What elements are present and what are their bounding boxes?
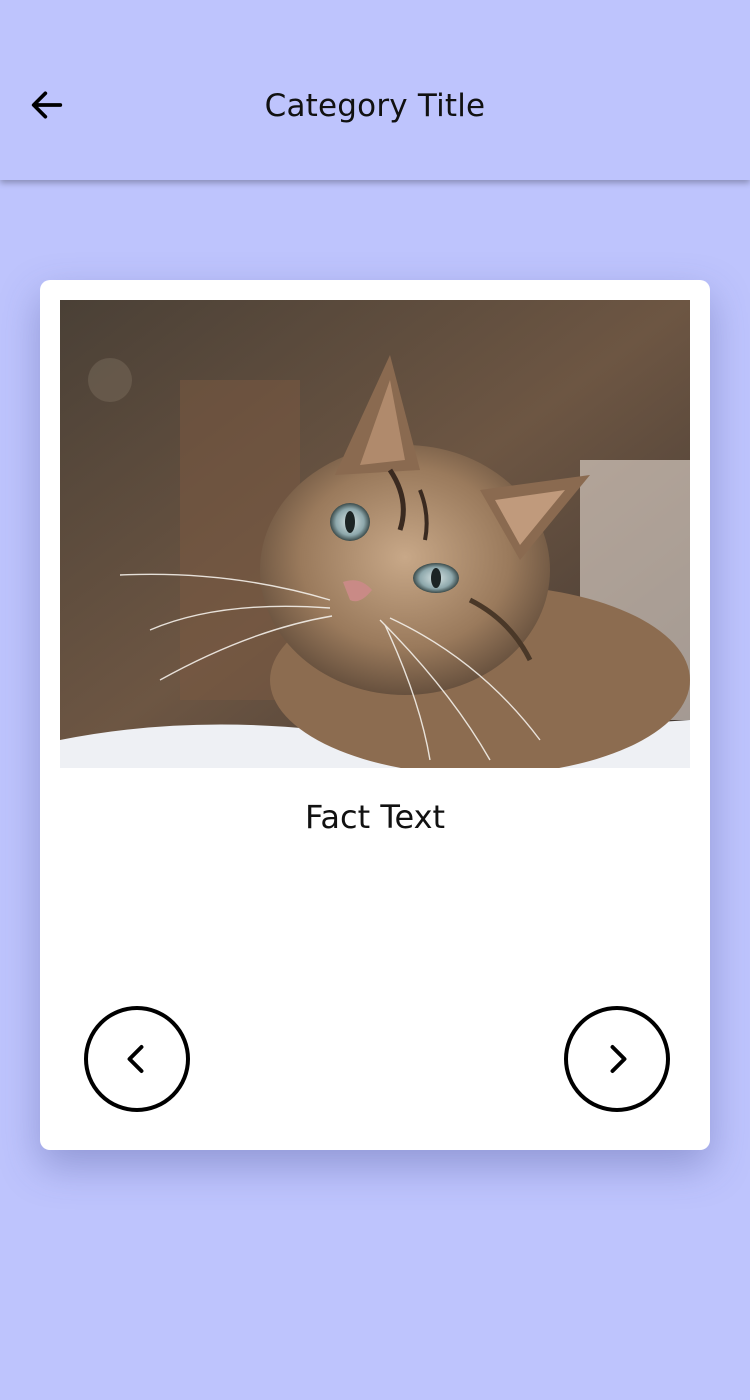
app-bar: Category Title [0, 0, 750, 180]
previous-fact-button[interactable] [84, 1006, 190, 1112]
page-title: Category Title [264, 88, 486, 124]
cat-photo [60, 300, 690, 768]
chevron-left-icon [127, 1045, 144, 1073]
fact-card: Fact Text [40, 280, 710, 1150]
next-fact-button[interactable] [564, 1006, 670, 1112]
fact-text: Fact Text [304, 798, 446, 836]
chevron-right-icon [610, 1045, 627, 1073]
